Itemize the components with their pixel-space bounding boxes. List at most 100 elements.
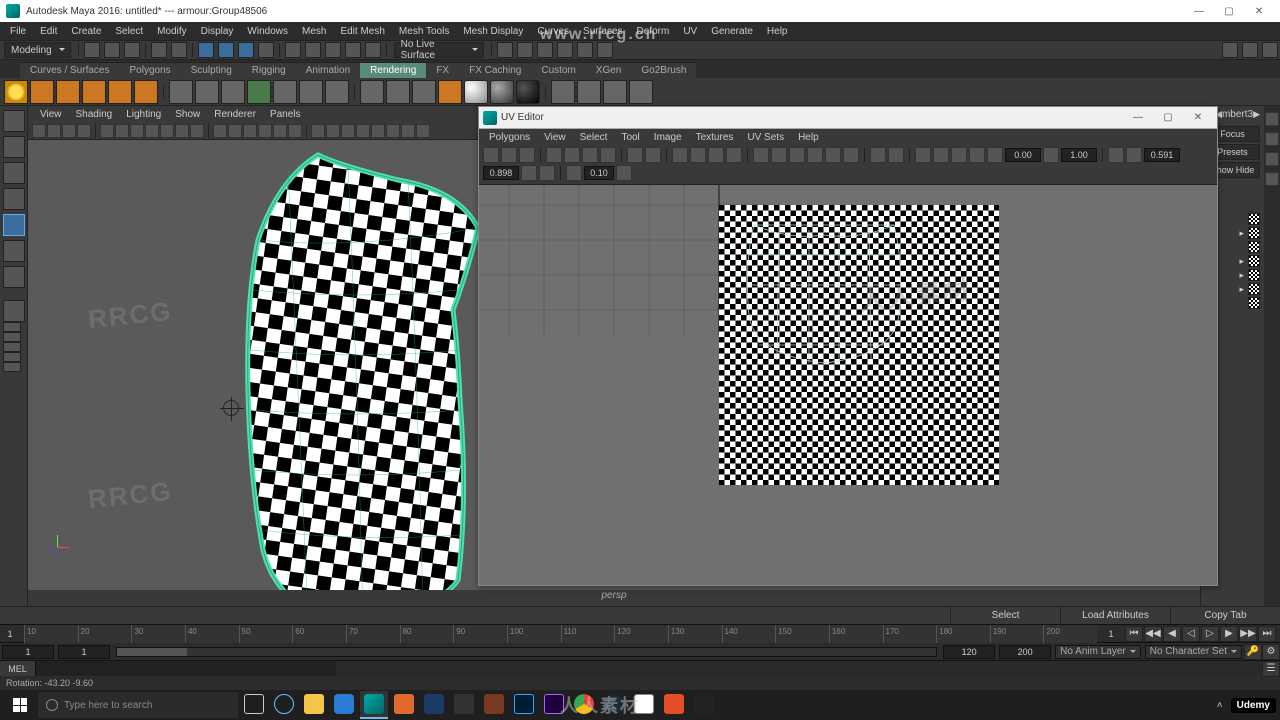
rotate-tool[interactable] — [3, 214, 25, 236]
vp-motion-blur-icon[interactable] — [356, 124, 370, 138]
file-node-icon[interactable] — [325, 80, 349, 104]
ae-swatch-icon[interactable] — [1248, 255, 1260, 267]
vp-2d-pan-icon[interactable] — [77, 124, 91, 138]
assign-material-icon[interactable] — [577, 80, 601, 104]
step-back-button[interactable]: ◀ — [1163, 626, 1181, 642]
brush-icon[interactable] — [629, 80, 653, 104]
tab-curves-surfaces[interactable]: Curves / Surfaces — [20, 62, 119, 78]
uv-align-v-icon[interactable] — [807, 147, 823, 163]
go-to-end-button[interactable]: ⏭ — [1258, 626, 1276, 642]
ipr-render-icon[interactable] — [537, 42, 553, 58]
save-scene-icon[interactable] — [124, 42, 140, 58]
uv-refresh-icon[interactable] — [1108, 147, 1124, 163]
uv-menu-view[interactable]: View — [538, 130, 572, 145]
uv-input-a[interactable] — [1005, 148, 1041, 162]
script-lang-button[interactable]: MEL — [0, 661, 36, 676]
single-view-icon[interactable] — [3, 300, 25, 322]
task-html5-icon[interactable] — [660, 691, 688, 719]
vp-lights-icon[interactable] — [258, 124, 272, 138]
select-edge-icon[interactable] — [218, 42, 234, 58]
uv-isolate-icon[interactable] — [870, 147, 886, 163]
script-editor-button[interactable]: ☰ — [1262, 661, 1280, 677]
last-tool[interactable] — [3, 266, 25, 288]
select-tool[interactable] — [3, 110, 25, 132]
range-max-input[interactable] — [999, 645, 1051, 659]
tab-xgen[interactable]: XGen — [586, 62, 632, 78]
task-docs-icon[interactable] — [630, 691, 658, 719]
uv-rotate-ccw-icon[interactable] — [582, 147, 598, 163]
ae-swatch-icon[interactable] — [1248, 213, 1260, 225]
task-unity-icon[interactable] — [690, 691, 718, 719]
task-zbrush-icon[interactable] — [450, 691, 478, 719]
toggle-tool-settings-icon[interactable] — [1265, 152, 1279, 166]
uv-flip-u-icon[interactable] — [546, 147, 562, 163]
vp-gate-mask-icon[interactable] — [145, 124, 159, 138]
snap-point-icon[interactable] — [325, 42, 341, 58]
ae-swatch-icon[interactable] — [1248, 297, 1260, 309]
task-explorer-icon[interactable] — [300, 691, 328, 719]
range-min-input[interactable] — [2, 645, 54, 659]
vp-wireframe-icon[interactable] — [213, 124, 227, 138]
uv-lattice-icon[interactable] — [483, 147, 499, 163]
uv-paste-uv-icon[interactable] — [539, 165, 555, 181]
uv-snapshot-icon[interactable] — [1126, 147, 1142, 163]
layered-texture-icon[interactable] — [273, 80, 297, 104]
menu-generate[interactable]: Generate — [705, 24, 759, 39]
phong-material-icon[interactable] — [516, 80, 540, 104]
four-view-icon[interactable] — [3, 322, 21, 332]
menu-mesh[interactable]: Mesh — [296, 24, 332, 39]
uv-input-b[interactable] — [1061, 148, 1097, 162]
ipr-icon[interactable] — [386, 80, 410, 104]
menu-edit-mesh[interactable]: Edit Mesh — [334, 24, 390, 39]
ae-swatch-icon[interactable] — [1248, 227, 1260, 239]
light-editor-icon[interactable] — [597, 42, 613, 58]
armour-mesh[interactable] — [208, 150, 488, 590]
uv-split-icon[interactable] — [726, 147, 742, 163]
point-light-icon[interactable] — [56, 80, 80, 104]
play-back-button[interactable]: ◁ — [1182, 626, 1200, 642]
blinn-material-icon[interactable] — [490, 80, 514, 104]
3d-paint-icon[interactable] — [169, 80, 193, 104]
hypershade-panel-icon[interactable] — [3, 352, 21, 362]
menu-deform[interactable]: Deform — [631, 24, 676, 39]
uv-input-v[interactable] — [483, 166, 519, 180]
vp-menu-show[interactable]: Show — [169, 107, 206, 122]
volume-light-icon[interactable] — [134, 80, 158, 104]
menu-create[interactable]: Create — [65, 24, 107, 39]
construction-history-icon[interactable] — [497, 42, 513, 58]
uv-close-button[interactable]: ✕ — [1183, 107, 1213, 129]
play-forward-button[interactable]: ▷ — [1201, 626, 1219, 642]
command-input[interactable] — [36, 661, 336, 676]
scale-tool[interactable] — [3, 240, 25, 262]
vp-dof-icon[interactable] — [386, 124, 400, 138]
toggle-channel-box-icon[interactable] — [1265, 172, 1279, 186]
ae-slider-handle[interactable]: ▸ — [1239, 228, 1244, 239]
ambient-light-icon[interactable] — [4, 80, 28, 104]
uv-copy-uv-icon[interactable] — [521, 165, 537, 181]
vp-resolution-gate-icon[interactable] — [130, 124, 144, 138]
material-attr-icon[interactable] — [603, 80, 627, 104]
ae-slider-handle[interactable]: ▸ — [1239, 270, 1244, 281]
lasso-tool[interactable] — [3, 136, 25, 158]
maximize-button[interactable]: ▢ — [1214, 0, 1244, 22]
vp-xray-joints-icon[interactable] — [326, 124, 340, 138]
task-chrome-icon[interactable] — [570, 691, 598, 719]
menu-modify[interactable]: Modify — [151, 24, 192, 39]
tray-chevron-icon[interactable]: ˄ — [1217, 700, 1223, 711]
uv-toggle-grid-icon[interactable] — [915, 147, 931, 163]
uv-toggle-texture-icon[interactable] — [969, 147, 985, 163]
workspace-icon[interactable] — [1242, 42, 1258, 58]
range-end-input[interactable] — [943, 645, 995, 659]
spot-light-icon[interactable] — [82, 80, 106, 104]
system-tray[interactable]: ˄ Udemy — [1217, 698, 1276, 713]
persp-outliner-icon[interactable] — [3, 342, 21, 352]
vp-select-camera-icon[interactable] — [32, 124, 46, 138]
uv-flip-v-icon[interactable] — [564, 147, 580, 163]
vp-smooth-shade-icon[interactable] — [228, 124, 242, 138]
task-maya-icon[interactable] — [360, 691, 388, 719]
uv-menu-tool[interactable]: Tool — [615, 130, 645, 145]
time-slider[interactable]: 1 10 20 30 40 50 60 70 80 90 100 110 120… — [0, 624, 1280, 642]
uv-menu-textures[interactable]: Textures — [690, 130, 740, 145]
uv-grid-snap-icon[interactable] — [771, 147, 787, 163]
uv-sew-icon[interactable] — [690, 147, 706, 163]
